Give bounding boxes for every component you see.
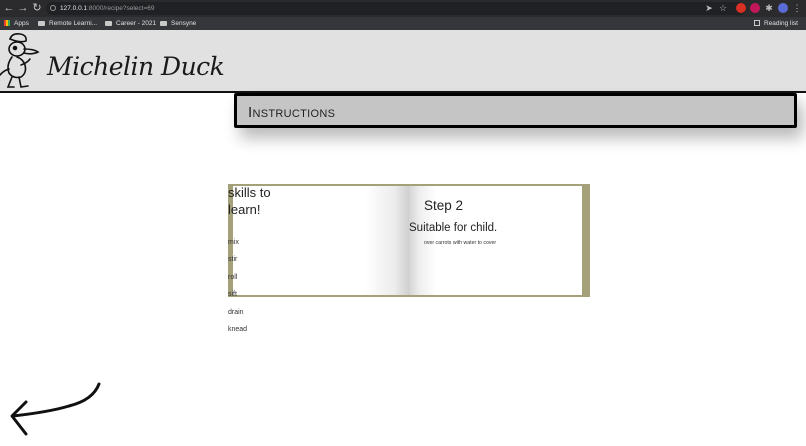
folder-icon	[105, 20, 112, 26]
skill-item: stir	[228, 256, 238, 264]
skills-heading: skills to learn!	[228, 185, 271, 217]
skills-list: mix stir roll sift drain knead	[228, 237, 247, 341]
step-title: Step 2	[424, 198, 464, 213]
bookmark-apps[interactable]: Apps	[4, 17, 29, 30]
site-title[interactable]: Michelin Duck	[47, 52, 225, 81]
site-header: Michelin Duck	[0, 30, 806, 93]
extension-icon[interactable]	[736, 3, 746, 13]
bookmark-sensyne[interactable]: Sensyne	[160, 17, 196, 30]
back-icon[interactable]: ←	[3, 2, 15, 14]
extensions-puzzle-icon[interactable]: ✱	[764, 3, 774, 13]
skill-item: roll	[228, 273, 238, 281]
browser-toolbar: ← → ↻ 127.0.0.1:8000/recipe?select=69 ➤ …	[0, 0, 806, 17]
forward-icon[interactable]: →	[17, 2, 29, 14]
site-info-icon[interactable]	[50, 5, 56, 11]
step-description: over carrots with water to cover	[424, 240, 497, 246]
folder-icon	[38, 20, 45, 26]
apps-grid-icon	[4, 20, 10, 27]
back-arrow-icon[interactable]	[6, 378, 106, 438]
step-suitability: Suitable for child.	[409, 222, 498, 234]
reading-list-icon	[754, 20, 760, 27]
folder-icon	[160, 20, 167, 26]
bookmarks-bar: Apps Remote Learni... Career - 2021 Sens…	[0, 17, 806, 30]
skill-item: drain	[228, 308, 244, 316]
reload-icon[interactable]: ↻	[31, 2, 43, 14]
bookmark-star-icon[interactable]: ☆	[718, 3, 728, 13]
address-bar[interactable]: 127.0.0.1:8000/recipe?select=69	[46, 2, 746, 15]
skill-item: mix	[228, 239, 239, 246]
duck-chef-logo[interactable]	[0, 31, 40, 91]
bookmark-remote-learning[interactable]: Remote Learni...	[38, 17, 97, 30]
reading-list-button[interactable]: Reading list	[754, 17, 798, 30]
skill-item: knead	[228, 325, 248, 333]
bookmark-career[interactable]: Career - 2021	[105, 17, 156, 30]
more-menu-icon[interactable]: ⋮	[792, 3, 802, 13]
skill-item: sift	[228, 291, 237, 299]
instructions-heading: Instructions	[248, 104, 336, 121]
instructions-banner: Instructions	[234, 93, 797, 128]
profile-avatar[interactable]	[778, 3, 788, 13]
url-text: 127.0.0.1:8000/recipe?select=69	[60, 5, 155, 12]
book-right-page[interactable]: Step 2 Suitable for child. over carrots …	[409, 186, 582, 295]
extension-icon[interactable]	[750, 3, 760, 13]
send-tab-icon[interactable]: ➤	[704, 3, 714, 13]
